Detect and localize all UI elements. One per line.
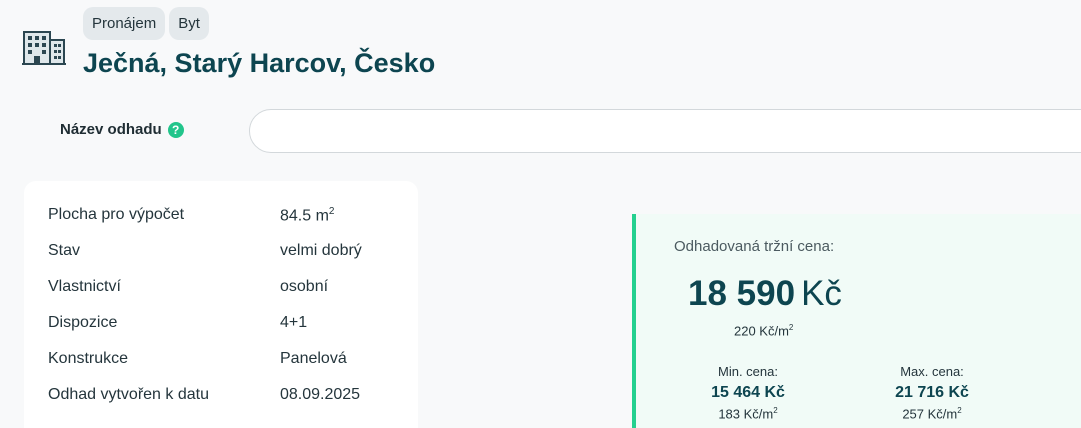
tag-list: Pronájem Byt [83,7,209,40]
min-price-per-sqm: 183 Kč/m2 [718,406,778,422]
param-value: Panelová [280,350,347,367]
building-icon [22,31,66,65]
estimated-price: 18 590 Kč [688,274,842,314]
max-price-per-sqm: 257 Kč/m2 [902,406,962,422]
min-price-value: 15 464 Kč [711,384,785,401]
price-currency: Kč [801,274,842,313]
page-title: Ječná, Starý Harcov, Česko [83,48,436,78]
param-label: Dispozice [48,314,118,331]
param-label: Odhad vytvořen k datu [48,386,209,403]
param-label: Vlastnictví [48,278,121,295]
price-per-sqm: 220 Kč/m2 [734,323,794,339]
min-price-label: Min. cena: [718,364,778,379]
param-value: 4+1 [280,314,308,331]
param-value: 08.09.2025 [280,386,361,403]
tag-transaction-type: Pronájem [83,7,166,40]
estimate-name-label-text: Název odhadu [60,121,162,138]
min-price: Min. cena: 15 464 Kč 183 Kč/m2 [688,364,808,421]
param-label: Stav [48,242,81,259]
parameters-card: Plocha pro výpočet 84.5 m2 Stav velmi do… [24,181,418,428]
param-value: velmi dobrý [280,242,362,259]
tag-property-type: Byt [169,7,209,40]
price-title: Odhadovaná tržní cena: [674,238,835,255]
help-icon[interactable]: ? [167,121,184,138]
estimate-name-label: Název odhadu ? [60,121,184,138]
max-price-label: Max. cena: [900,364,964,379]
max-price-value: 21 716 Kč [895,384,969,401]
price-estimate-card: Odhadovaná tržní cena: 18 590 Kč 220 Kč/m… [632,214,1081,428]
param-value: 84.5 m2 [280,206,335,225]
estimate-name-input[interactable] [249,109,1081,153]
param-label: Plocha pro výpočet [48,206,185,223]
param-value: osobní [280,278,329,295]
price-amount: 18 590 [688,274,796,313]
max-price: Max. cena: 21 716 Kč 257 Kč/m2 [872,364,992,421]
param-label: Konstrukce [48,350,129,367]
